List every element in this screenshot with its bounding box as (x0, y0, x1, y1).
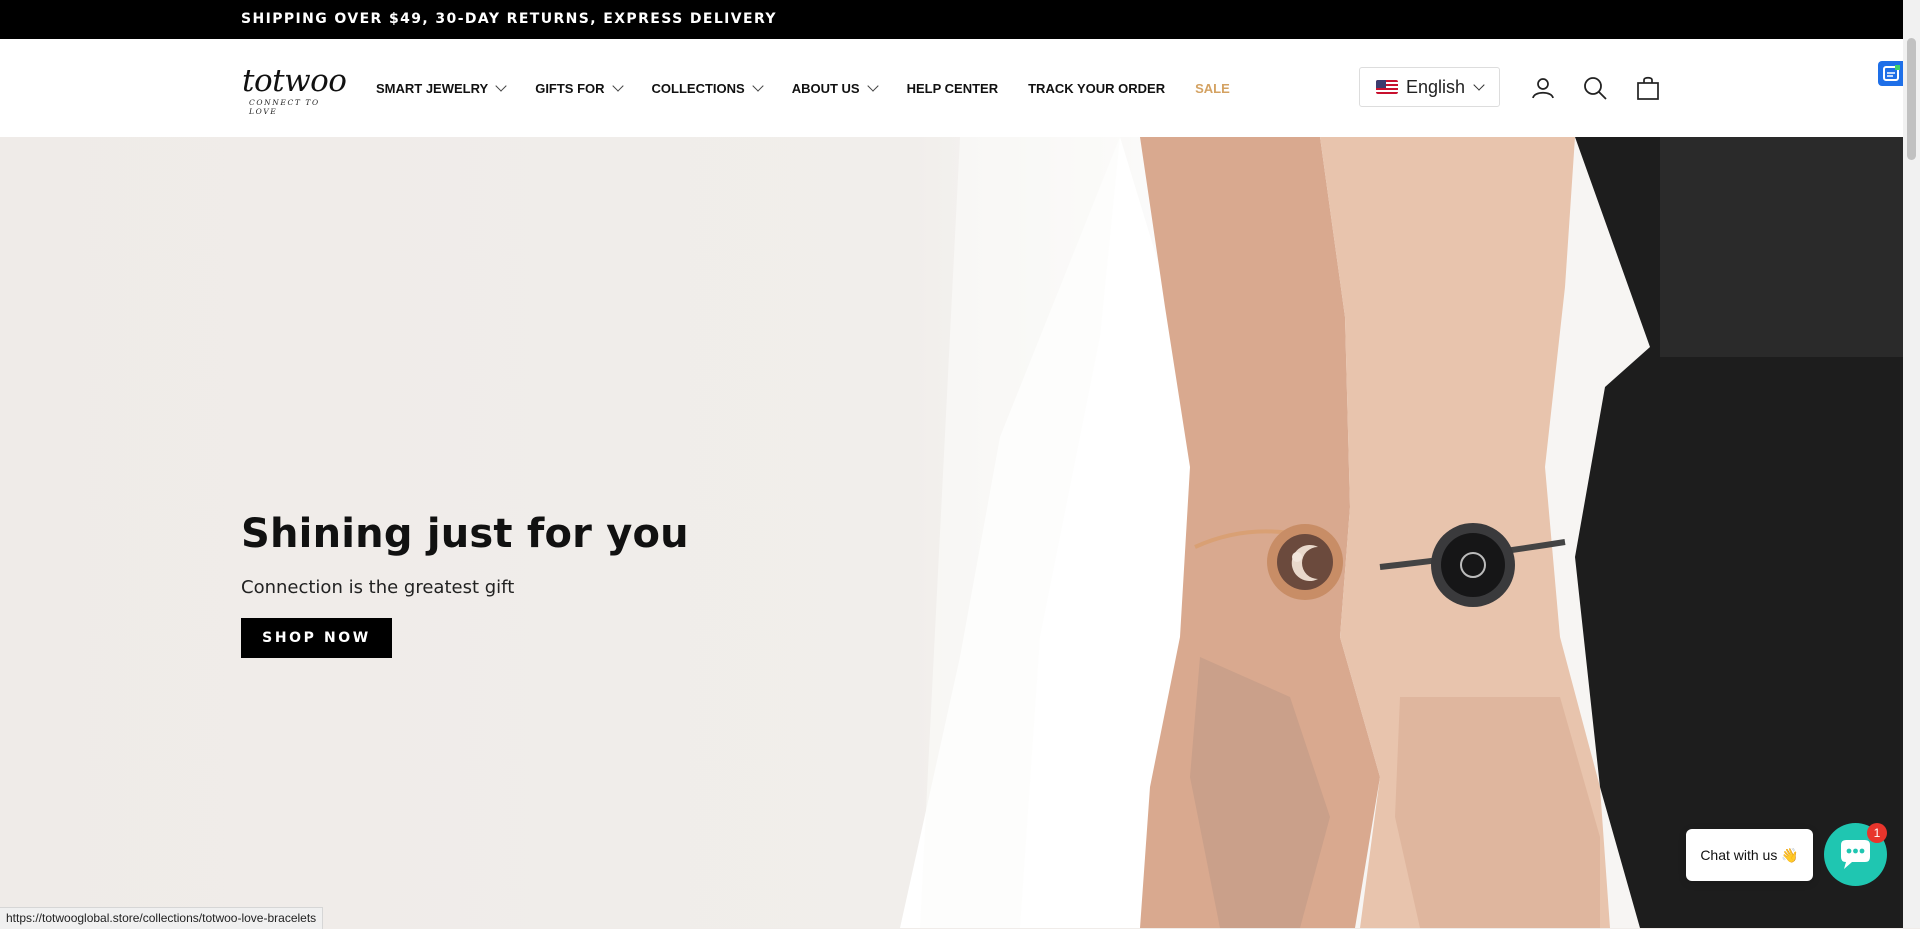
nav-item-label: ABOUT US (791, 80, 860, 96)
announcement-bar: SHIPPING OVER $49, 30-DAY RETURNS, EXPRE… (0, 0, 1903, 39)
us-flag-icon (1376, 80, 1398, 94)
language-selector[interactable]: English (1359, 67, 1500, 107)
main-nav: SMART JEWELRY GIFTS FOR COLLECTIONS ABOU… (376, 39, 1260, 137)
nav-item-label: TRACK YOUR ORDER (1028, 80, 1166, 96)
page-scrollbar[interactable] (1903, 0, 1920, 928)
chat-unread-badge: 1 (1867, 823, 1887, 843)
translate-extension-icon[interactable] (1878, 61, 1903, 86)
nav-item-label: SMART JEWELRY (376, 80, 489, 96)
account-icon[interactable] (1530, 75, 1556, 101)
announcement-text: SHIPPING OVER $49, 30-DAY RETURNS, EXPRE… (241, 11, 777, 27)
brand-name: totwoo (242, 63, 347, 99)
nav-item-label: HELP CENTER (906, 80, 999, 96)
chevron-down-icon (611, 80, 624, 92)
chat-prompt-label: Chat with us 👋 (1700, 846, 1799, 863)
hero-title: Shining just for you (241, 511, 689, 557)
chevron-down-icon (752, 80, 764, 92)
nav-item-label: SALE (1195, 80, 1230, 96)
search-icon[interactable] (1582, 75, 1608, 101)
chat-prompt-bubble[interactable]: Chat with us 👋 (1686, 829, 1813, 881)
brand-logo[interactable]: totwoo CONNECT TO LOVE (242, 63, 347, 117)
language-label: English (1406, 76, 1466, 97)
chevron-down-icon (1473, 78, 1485, 91)
brand-tagline: CONNECT TO LOVE (249, 98, 320, 116)
shop-now-button[interactable]: SHOP NOW (241, 618, 392, 658)
nav-item-gifts-for[interactable]: GIFTS FOR (535, 80, 624, 96)
nav-item-collections[interactable]: COLLECTIONS (651, 80, 764, 96)
site-header: totwoo CONNECT TO LOVE SMART JEWELRY GIF… (0, 39, 1903, 137)
nav-item-label: COLLECTIONS (651, 80, 745, 96)
nav-item-track-order[interactable]: TRACK YOUR ORDER (1028, 81, 1165, 96)
status-bar-url: https://totwooglobal.store/collections/t… (0, 907, 324, 929)
nav-item-about-us[interactable]: ABOUT US (791, 80, 879, 96)
hero-subtitle: Connection is the greatest gift (241, 577, 515, 598)
hero-banner: Shining just for you Connection is the g… (0, 137, 1903, 928)
nav-item-sale[interactable]: SALE (1195, 81, 1230, 96)
nav-item-help-center[interactable]: HELP CENTER (907, 81, 999, 96)
extension-glyph-icon (1883, 65, 1900, 81)
cart-icon[interactable] (1635, 75, 1661, 101)
chevron-down-icon (866, 80, 879, 92)
nav-item-smart-jewelry[interactable]: SMART JEWELRY (376, 80, 507, 96)
nav-item-label: GIFTS FOR (535, 80, 605, 96)
chevron-down-icon (495, 80, 507, 92)
scrollbar-thumb[interactable] (1907, 38, 1916, 160)
